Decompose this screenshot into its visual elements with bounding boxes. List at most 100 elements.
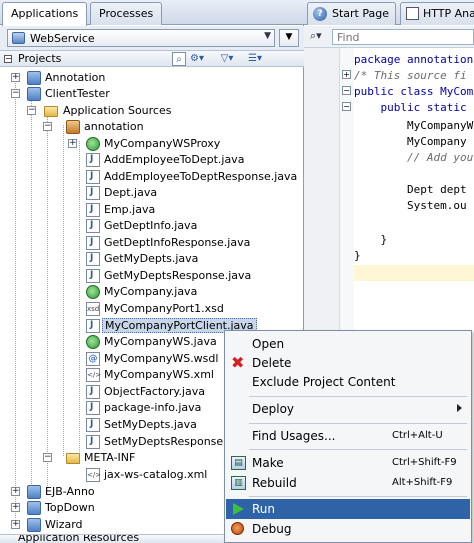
navigator-tab-bar: Applications Processes	[0, 0, 304, 26]
collapse-icon[interactable]: −	[11, 89, 20, 98]
xml-file-icon: </>	[86, 468, 101, 482]
code-line: public class MyCom	[354, 85, 474, 98]
search-icon[interactable]: ⌕	[172, 52, 186, 66]
tree-node-file[interactable]: AddEmployeeToDeptResponse.java	[0, 169, 304, 185]
tree-node-label: annotation	[84, 120, 144, 133]
tree-node-label: EJB-Anno	[45, 485, 95, 498]
collapse-icon[interactable]: −	[27, 106, 36, 115]
settings-dropdown-icon[interactable]: ⚙▾	[190, 52, 204, 66]
menu-item-run[interactable]: Run	[226, 499, 470, 519]
code-line: // Add you	[354, 151, 474, 164]
expand-icon[interactable]: +	[11, 487, 20, 496]
menu-item-deploy[interactable]: Deploy	[226, 399, 470, 419]
java-file-icon	[86, 252, 100, 266]
code-line: MyCompanyW	[354, 119, 474, 132]
menu-item-find-usages[interactable]: Find Usages... Ctrl+Alt-U	[226, 426, 470, 446]
menu-item-rebuild[interactable]: ▥ Rebuild Alt+Shift-F9	[226, 473, 470, 493]
tree-node-label: META-INF	[84, 451, 136, 464]
java-file-icon	[86, 153, 100, 167]
menu-item-label: Open	[252, 337, 285, 351]
java-file-icon	[86, 401, 100, 415]
java-file-icon	[86, 319, 100, 333]
package-icon	[66, 120, 80, 134]
tab-http-analyzer[interactable]: HTTP Analy	[400, 2, 474, 25]
tree-node-clienttester-project[interactable]: − ClientTester	[0, 86, 304, 102]
application-menu-button[interactable]: ▼	[279, 29, 299, 47]
collapse-icon[interactable]: −	[43, 453, 52, 462]
code-line: }	[354, 249, 361, 262]
submenu-arrow-icon	[457, 404, 462, 412]
search-icon[interactable]: ⌕▾	[310, 29, 322, 43]
project-icon	[27, 501, 41, 515]
tree-node-file[interactable]: Dept.java	[0, 185, 304, 201]
tab-applications[interactable]: Applications	[2, 2, 88, 26]
debug-icon	[231, 522, 244, 535]
chevron-down-icon: ▼	[285, 32, 293, 42]
expand-icon[interactable]: +	[11, 520, 20, 529]
menu-item-label: Delete	[252, 356, 292, 370]
tree-node-file[interactable]: AddEmployeeToDept.java	[0, 152, 304, 168]
rebuild-icon: ▥	[231, 476, 246, 490]
application-selector[interactable]: WebService ▼	[7, 29, 275, 47]
menu-item-make[interactable]: ▤ Make Ctrl+Shift-F9	[226, 453, 470, 473]
application-icon	[12, 32, 25, 44]
application-selector-value: WebService	[30, 32, 95, 45]
projects-panel-header[interactable]: − Projects ⌕ ⚙▾ ▽▾ ☰▾	[0, 50, 304, 67]
menu-item-shortcut: Ctrl+Alt-U	[392, 430, 443, 441]
xsd-file-icon: xsd	[86, 302, 100, 316]
collapse-icon[interactable]: −	[4, 55, 12, 63]
tab-processes[interactable]: Processes	[90, 2, 163, 25]
tree-node-label: GetDeptInfo.java	[104, 219, 198, 232]
tree-node-label: SetMyDepts.java	[104, 418, 197, 431]
tree-node-label: MyCompanyWS.java	[104, 335, 217, 348]
tree-node-label: ClientTester	[45, 87, 110, 100]
tree-node-label: MyCompanyWSProxy	[104, 137, 221, 150]
application-resources-label: Application Resources	[18, 534, 140, 543]
menu-item-debug[interactable]: Debug	[226, 519, 470, 539]
tree-node-file[interactable]: GetMyDepts.java	[0, 251, 304, 267]
tree-node-file[interactable]: GetDeptInfo.java	[0, 218, 304, 234]
tree-node-label: MyCompanyPort1.xsd	[104, 302, 224, 315]
fold-collapse-icon[interactable]: −	[342, 102, 351, 111]
tree-node-label: Annotation	[45, 71, 106, 84]
expand-icon[interactable]: +	[11, 503, 20, 512]
tree-node-label: MyCompanyWS.wsdl	[104, 352, 219, 365]
tree-node-annotation-project[interactable]: + Annotation	[0, 70, 304, 86]
menu-item-open[interactable]: Open	[226, 334, 470, 354]
expand-icon[interactable]: +	[11, 73, 20, 82]
menu-separator	[249, 423, 467, 424]
expand-icon[interactable]: +	[68, 139, 77, 148]
menu-item-label: Run	[252, 502, 276, 516]
tree-node-annotation-package[interactable]: − annotation	[0, 119, 304, 135]
tree-node-file[interactable]: Emp.java	[0, 202, 304, 218]
tree-node-label: AddEmployeeToDeptResponse.java	[104, 170, 298, 183]
tree-node-label: Application Sources	[63, 104, 172, 117]
tree-node-label: MyCompanyWS.xml	[104, 368, 214, 381]
collapse-icon[interactable]: −	[43, 122, 52, 131]
tree-node-file[interactable]: GetMyDeptsResponse.java	[0, 268, 304, 284]
fold-expand-icon[interactable]: +	[342, 70, 351, 79]
http-analyzer-icon	[406, 7, 419, 20]
folder-icon	[44, 106, 58, 117]
tab-start-page[interactable]: ? Start Page	[307, 2, 396, 25]
tree-node-label: Wizard	[45, 518, 83, 531]
tree-node-application-sources[interactable]: − Application Sources	[0, 103, 304, 119]
java-file-icon	[86, 385, 100, 399]
menu-item-delete[interactable]: ✖ Delete	[226, 353, 470, 373]
tree-node-mycompanywsproxy[interactable]: + MyCompanyWSProxy	[0, 136, 304, 152]
folder-icon	[66, 453, 80, 464]
fold-collapse-icon[interactable]: −	[342, 86, 351, 95]
tree-node-file[interactable]: GetDeptInfoResponse.java	[0, 235, 304, 251]
tree-node-label: Emp.java	[104, 203, 156, 216]
tree-node-file[interactable]: MyCompany.java	[0, 284, 304, 300]
menu-item-exclude-project-content[interactable]: Exclude Project Content	[226, 372, 470, 392]
filter-icon[interactable]: ▽▾	[220, 52, 234, 66]
tree-node-label: ObjectFactory.java	[104, 385, 205, 398]
tree-options-icon[interactable]: ☰▾	[248, 52, 262, 66]
java-file-icon	[86, 435, 100, 449]
wsdl-file-icon: @	[86, 352, 100, 366]
menu-separator	[249, 396, 467, 397]
tree-node-file[interactable]: xsd MyCompanyPort1.xsd	[0, 301, 304, 317]
find-input[interactable]	[332, 29, 474, 45]
code-line: public static	[354, 101, 467, 114]
